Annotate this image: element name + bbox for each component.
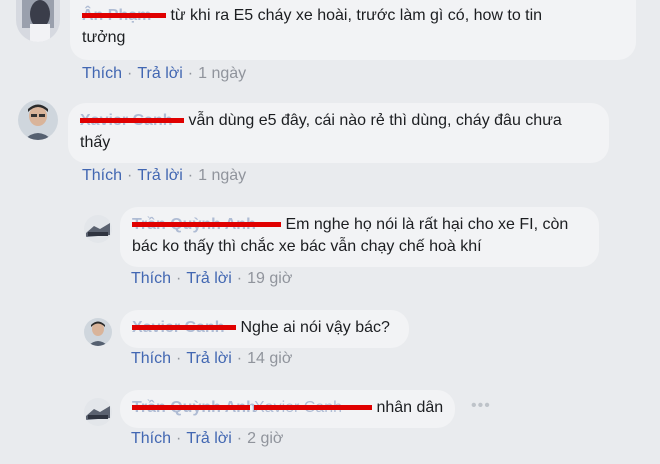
like-link[interactable]: Thích	[82, 65, 122, 82]
comment-text: từ khi ra E5 cháy xe hoài, trước làm gì …	[170, 7, 543, 24]
comment-bubble: Ân Phạm từ khi ra E5 cháy xe hoài, trước…	[70, 0, 636, 60]
more-options-icon[interactable]: •••	[471, 397, 491, 415]
commenter-name[interactable]: Trần Quỳnh Anh	[132, 214, 281, 236]
separator: ·	[127, 65, 133, 82]
reply-link[interactable]: Trả lời	[186, 430, 231, 447]
reply-text: nhân dân	[376, 399, 444, 416]
separator: ·	[176, 270, 182, 287]
separator: ·	[187, 65, 194, 82]
reply-text: Em nghe họ nói là rất hại cho xe FI, còn	[285, 216, 569, 233]
reply-actions: Thích · Trả lời · 2 giờ	[131, 430, 283, 448]
like-link[interactable]: Thích	[131, 270, 171, 287]
comment-actions: Thích · Trả lời · 1 ngày	[82, 65, 246, 83]
tagged-name[interactable]: Xavier Canh	[254, 397, 372, 419]
separator: ·	[176, 430, 182, 447]
separator: ·	[236, 270, 243, 287]
avatar[interactable]	[16, 0, 60, 42]
separator: ·	[236, 430, 243, 447]
reply-bubble: Xavier Canh Nghe ai nói vậy bác?	[120, 310, 409, 348]
timestamp[interactable]: 1 ngày	[198, 65, 246, 82]
timestamp[interactable]: 19 giờ	[247, 270, 292, 287]
comment-text: vẫn dùng e5 đây, cái nào rẻ thì dùng, ch…	[188, 112, 562, 129]
comment-text-cont: tưởng	[82, 29, 126, 46]
reply-actions: Thích · Trả lời · 14 giờ	[131, 350, 292, 368]
reply-text: Nghe ai nói vậy bác?	[240, 319, 390, 336]
reply-bubble: Trần Quỳnh Anh Em nghe họ nói là rất hại…	[120, 207, 599, 267]
separator: ·	[236, 350, 243, 367]
separator: ·	[176, 350, 182, 367]
separator: ·	[127, 167, 133, 184]
reply-link[interactable]: Trả lời	[137, 65, 182, 82]
commenter-name[interactable]: Xavier Canh	[80, 110, 184, 132]
commenter-name[interactable]: Xavier Canh	[132, 317, 236, 339]
reply-link[interactable]: Trả lời	[137, 167, 182, 184]
reply-bubble: Trần Quỳnh Anh Xavier Canh nhân dân	[120, 390, 455, 428]
comment-actions: Thích · Trả lời · 1 ngày	[82, 167, 246, 185]
avatar[interactable]	[84, 215, 112, 243]
timestamp[interactable]: 1 ngày	[198, 167, 246, 184]
reply-link[interactable]: Trả lời	[186, 270, 231, 287]
timestamp[interactable]: 2 giờ	[247, 430, 283, 447]
like-link[interactable]: Thích	[131, 430, 171, 447]
timestamp[interactable]: 14 giờ	[247, 350, 292, 367]
like-link[interactable]: Thích	[131, 350, 171, 367]
commenter-name[interactable]: Ân Phạm	[82, 5, 166, 27]
reply-text-cont: bác ko thấy thì chắc xe bác vẫn chạy chế…	[132, 238, 482, 255]
avatar[interactable]	[84, 318, 112, 346]
comment-bubble: Xavier Canh vẫn dùng e5 đây, cái nào rẻ …	[68, 103, 609, 163]
reply-actions: Thích · Trả lời · 19 giờ	[131, 270, 292, 288]
avatar[interactable]	[84, 398, 112, 426]
separator: ·	[187, 167, 194, 184]
avatar[interactable]	[18, 100, 58, 140]
comment-text-cont: thấy	[80, 134, 111, 151]
commenter-name[interactable]: Trần Quỳnh Anh	[132, 397, 256, 419]
reply-link[interactable]: Trả lời	[186, 350, 231, 367]
like-link[interactable]: Thích	[82, 167, 122, 184]
